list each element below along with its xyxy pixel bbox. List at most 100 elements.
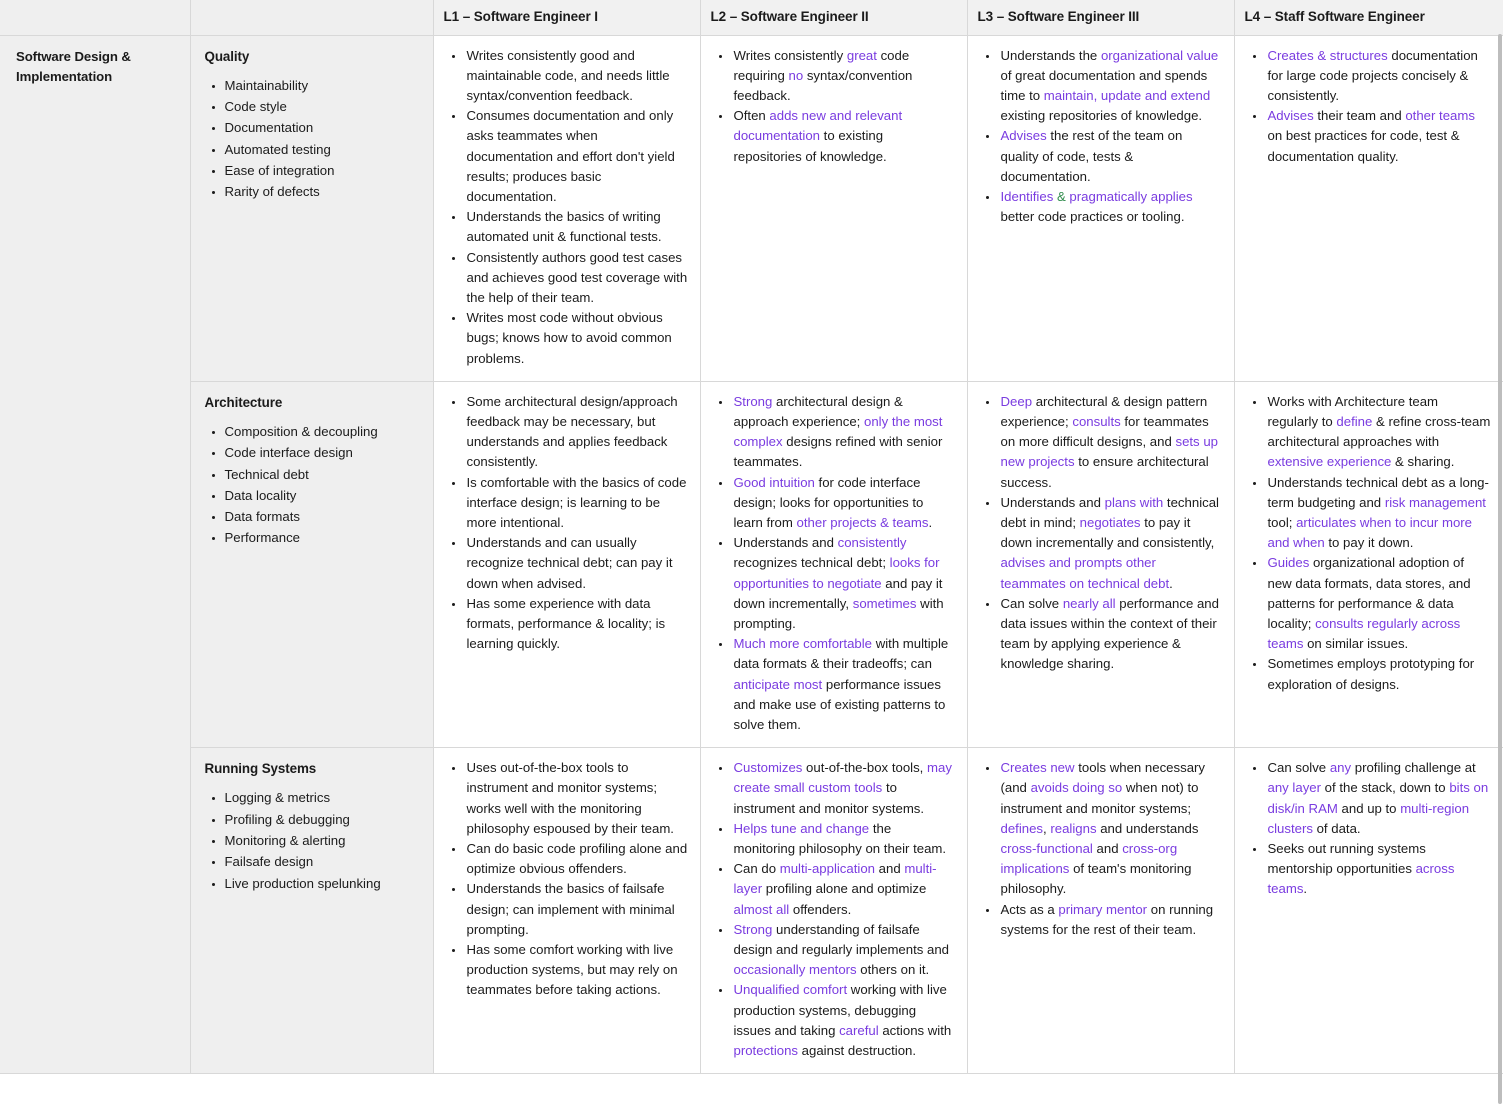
highlighted-text: great xyxy=(846,47,877,63)
subskill-item: Composition & decoupling xyxy=(225,422,421,442)
highlighted-text: Identifies xyxy=(1000,188,1054,204)
highlighted-text: other projects & teams xyxy=(796,514,929,530)
highlighted-text: cross-functional xyxy=(1000,841,1093,857)
bullet-list: Writes consistently great code requiring… xyxy=(713,46,955,167)
page-scrollbar-thumb[interactable] xyxy=(1498,34,1502,1104)
highlighted-text: Strong xyxy=(733,921,773,937)
highlighted-text: Much more comfortable xyxy=(733,636,873,652)
highlighted-text: anticipate most xyxy=(733,676,823,692)
skill-cell: Quality MaintainabilityCode styleDocument… xyxy=(189,34,434,382)
subskill-item: Logging & metrics xyxy=(225,788,421,808)
cell-l3: Deep architectural & design pattern expe… xyxy=(966,380,1235,749)
highlighted-text: protections xyxy=(733,1043,799,1059)
highlighted-text: avoids doing so xyxy=(1030,780,1123,796)
highlighted-text: define xyxy=(1336,413,1373,429)
subskill-item: Documentation xyxy=(225,118,421,138)
highlighted-text: primary mentor xyxy=(1058,901,1148,917)
bullet-item: Understands technical debt as a long-ter… xyxy=(1266,473,1491,554)
bullet-list: Can solve any profiling challenge at any… xyxy=(1247,758,1491,899)
bullet-item: Understands the organizational value of … xyxy=(999,46,1222,127)
bullet-item: Has some comfort working with live produ… xyxy=(465,940,688,1001)
bullet-item: Can do multi-application and multi-layer… xyxy=(732,859,955,920)
bullet-item: Understands and plans with technical deb… xyxy=(999,493,1222,594)
highlighted-text: Creates & structures xyxy=(1267,47,1388,63)
subskill-item: Profiling & debugging xyxy=(225,810,421,830)
bullet-list: Uses out-of-the-box tools to instrument … xyxy=(446,758,688,1000)
cell-l3: Creates new tools when necessary (and av… xyxy=(966,747,1235,1075)
subskill-list: Composition & decouplingCode interface d… xyxy=(205,422,421,549)
bullet-item: Understands and consistently recognizes … xyxy=(732,533,955,634)
highlighted-text: extensive experience xyxy=(1267,454,1392,470)
highlighted-text: almost all xyxy=(733,901,790,917)
highlighted-text: Creates new xyxy=(1000,760,1075,776)
header-level-l4: L4 – Staff Software Engineer xyxy=(1233,0,1503,36)
bullet-list: Strong architectural design & approach e… xyxy=(713,392,955,735)
table-row: Running Systems Logging & metricsProfilin… xyxy=(0,747,1503,1075)
highlighted-text: Strong xyxy=(733,393,773,409)
bullet-list: Creates & structures documentation for l… xyxy=(1247,46,1491,167)
header-level-l1: L1 – Software Engineer I xyxy=(432,0,701,36)
skill-title: Architecture xyxy=(204,394,283,410)
highlighted-text: Helps tune and change xyxy=(733,820,870,836)
header-skill-blank xyxy=(190,0,434,36)
highlighted-text: advises and prompts other teammates on t… xyxy=(1000,555,1170,591)
bullet-item: Helps tune and change the monitoring phi… xyxy=(732,819,955,859)
highlighted-text: consistently xyxy=(837,535,907,551)
highlighted-text: articulates when to incur more and when xyxy=(1267,514,1473,551)
highlighted-text: other teams xyxy=(1405,108,1475,124)
bullet-item: Consistently authors good test cases and… xyxy=(465,248,688,309)
subskill-item: Maintainability xyxy=(225,76,421,96)
bullet-item: Seeks out running systems mentorship opp… xyxy=(1266,839,1491,900)
table-body: Software Design & Implementation Quality M… xyxy=(0,34,1503,1075)
highlighted-text: negotiates xyxy=(1079,514,1141,530)
cell-l2: Writes consistently great code requiring… xyxy=(699,34,968,382)
subskill-list: Logging & metricsProfiling & debuggingMo… xyxy=(205,788,421,893)
table-row: Architecture Composition & decouplingCode… xyxy=(0,380,1503,749)
highlighted-text: Advises xyxy=(1267,108,1314,124)
bullet-item: Identifies & pragmatically applies bette… xyxy=(999,187,1222,227)
bullet-item: Guides organizational adoption of new da… xyxy=(1266,553,1491,654)
header-level-l2: L2 – Software Engineer II xyxy=(699,0,968,36)
bullet-item: Strong understanding of failsafe design … xyxy=(732,920,955,981)
bullet-item: Consumes documentation and only asks tea… xyxy=(465,106,688,207)
cell-l1: Some architectural design/approach feedb… xyxy=(432,380,701,749)
highlighted-text: Good intuition xyxy=(733,474,815,490)
highlighted-text: realigns xyxy=(1050,820,1097,836)
cell-l4: Can solve any profiling challenge at any… xyxy=(1233,747,1503,1075)
bullet-item: Has some experience with data formats, p… xyxy=(465,594,688,655)
bullet-item: Creates new tools when necessary (and av… xyxy=(999,758,1222,899)
bullet-item: Some architectural design/approach feedb… xyxy=(465,392,688,473)
highlighted-text: careful xyxy=(839,1022,879,1038)
highlighted-text: maintain, update and extend xyxy=(1043,87,1211,103)
highlighted-text: Advises xyxy=(1000,128,1047,144)
subskill-item: Technical debt xyxy=(225,465,421,485)
bullet-item: Advises their team and other teams on be… xyxy=(1266,106,1491,167)
bullet-item: Understands the basics of writing automa… xyxy=(465,207,688,247)
subskill-item: Monitoring & alerting xyxy=(225,831,421,851)
highlighted-text: any xyxy=(1329,760,1352,776)
cell-l3: Understands the organizational value of … xyxy=(966,34,1235,382)
highlighted-text: across teams xyxy=(1267,861,1455,897)
bullet-item: Customizes out-of-the-box tools, may cre… xyxy=(732,758,955,819)
subskill-item: Data formats xyxy=(225,507,421,527)
skill-title: Quality xyxy=(204,48,250,64)
bullet-item: Sometimes employs prototyping for explor… xyxy=(1266,654,1491,694)
cell-l1: Writes consistently good and maintainabl… xyxy=(432,34,701,382)
area-cell: Software Design & Implementation xyxy=(0,34,191,1075)
bullet-item: Good intuition for code interface design… xyxy=(732,473,955,534)
highlighted-text: consults regularly across teams xyxy=(1267,615,1461,652)
page-scrollbar[interactable] xyxy=(1498,0,1503,1116)
subskill-item: Automated testing xyxy=(225,140,421,160)
bullet-list: Works with Architecture team regularly t… xyxy=(1247,392,1491,695)
highlighted-text: nearly all xyxy=(1062,595,1116,611)
subskill-item: Failsafe design xyxy=(225,852,421,872)
cell-l1: Uses out-of-the-box tools to instrument … xyxy=(432,747,701,1075)
subskill-item: Ease of integration xyxy=(225,161,421,181)
subskill-item: Data locality xyxy=(225,486,421,506)
highlighted-text: looks for opportunities to negotiate xyxy=(733,555,940,591)
highlighted-text: pragmatically applies xyxy=(1065,188,1193,204)
bullet-item: Writes consistently great code requiring… xyxy=(732,46,955,107)
bullet-item: Often adds new and relevant documentatio… xyxy=(732,106,955,167)
bullet-item: Writes consistently good and maintainabl… xyxy=(465,46,688,107)
skill-title: Running Systems xyxy=(204,761,317,777)
